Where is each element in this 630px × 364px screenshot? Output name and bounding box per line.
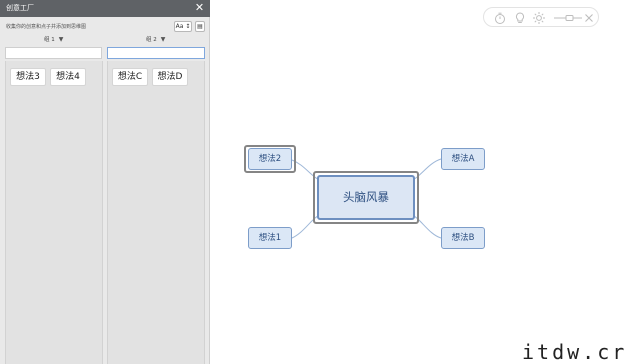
idea-node[interactable]: 想法A [441,148,485,170]
idea-node[interactable]: 想法2 [248,148,292,170]
idea-node[interactable]: 想法1 [248,227,292,249]
idea-node[interactable]: 想法B [441,227,485,249]
watermark-text: itdw.cr [522,340,628,364]
connector-lines [291,158,442,239]
central-topic-node[interactable]: 头脑风暴 [317,175,415,220]
